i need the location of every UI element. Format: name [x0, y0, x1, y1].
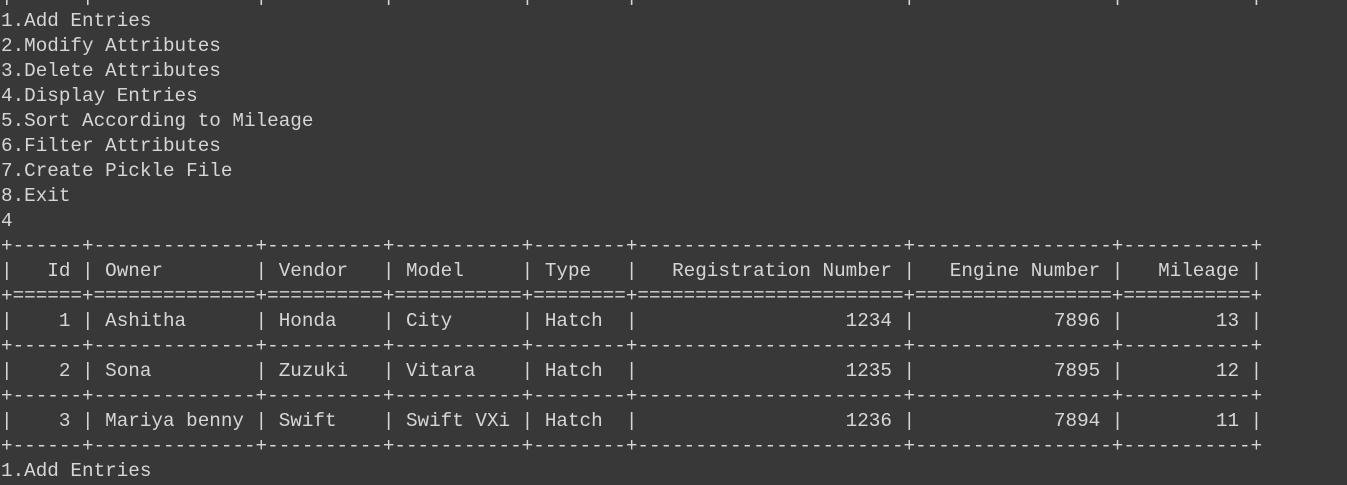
entries-table: +------+--------------+----------+------…	[1, 234, 1262, 459]
table-border: +------+--------------+----------+------…	[1, 385, 1263, 407]
menu-item-filter: 6.Filter Attributes	[1, 135, 221, 157]
table-row: | 3 | Mariya benny | Swift | Swift VXi |…	[1, 410, 1263, 432]
table-border: +------+--------------+----------+------…	[1, 435, 1263, 457]
menu-item-delete: 3.Delete Attributes	[1, 60, 221, 82]
table-header-separator: +======+==============+==========+======…	[1, 285, 1263, 307]
menu-item-modify: 2.Modify Attributes	[1, 35, 221, 57]
menu-item-sort: 5.Sort According to Mileage	[1, 110, 314, 132]
trailing-menu-line: 1.Add Entries	[1, 460, 152, 482]
menu-item-exit: 8.Exit	[1, 185, 71, 207]
user-input: 4	[1, 210, 13, 232]
table-border: +------+--------------+----------+------…	[1, 235, 1263, 257]
table-header-row: | Id | Owner | Vendor | Model | Type | R…	[1, 260, 1263, 282]
previous-table-row-fragment: | | | | | | | | |	[1, 0, 1262, 9]
table-border: +------+--------------+----------+------…	[1, 335, 1263, 357]
table-row: | 2 | Sona | Zuzuki | Vitara | Hatch | 1…	[1, 360, 1263, 382]
menu-item-add: 1.Add Entries	[1, 10, 152, 32]
table-row: | 1 | Ashitha | Honda | City | Hatch | 1…	[1, 310, 1263, 332]
menu-item-pickle: 7.Create Pickle File	[1, 160, 233, 182]
terminal-output: | | | | | | | | |1.Add Entries2.Modify A…	[1, 0, 1262, 484]
menu-item-display: 4.Display Entries	[1, 85, 198, 107]
